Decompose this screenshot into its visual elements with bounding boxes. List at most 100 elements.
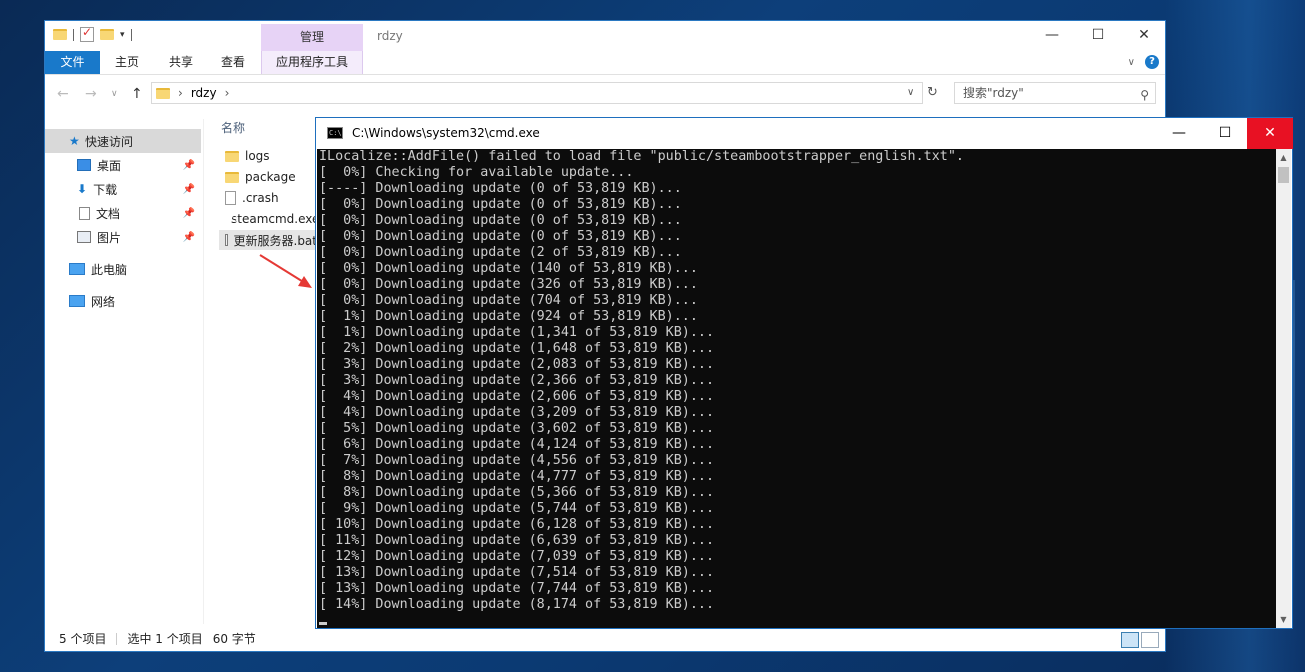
pin-icon[interactable]: 📌 (183, 184, 195, 195)
console-line: [ 8%] Downloading update (5,366 of 53,81… (319, 485, 715, 500)
vertical-scrollbar[interactable]: ▲ ▼ (1276, 149, 1291, 628)
sidebar-item-network[interactable]: 网络 (45, 289, 201, 313)
pin-icon[interactable]: 📌 (183, 232, 195, 243)
up-icon[interactable]: ↑ (131, 86, 143, 102)
console-line: [ 8%] Downloading update (4,777 of 53,81… (319, 469, 715, 484)
new-folder-icon[interactable] (100, 29, 114, 40)
file-name: logs (245, 149, 270, 163)
column-header-name[interactable]: 名称 (221, 119, 245, 136)
scroll-up-icon[interactable]: ▲ (1276, 149, 1291, 166)
ribbon-controls: ∨ ? (1128, 55, 1159, 69)
breadcrumb-separator-icon[interactable]: › (225, 86, 230, 100)
sidebar-item-label: 桌面 (97, 158, 122, 173)
network-icon (69, 295, 85, 307)
command-prompt-window: C:\ C:\Windows\system32\cmd.exe — ☐ ✕ IL… (315, 117, 1293, 629)
batch-file-icon (225, 234, 228, 246)
console-icon: C:\ (327, 127, 343, 139)
tab-home[interactable]: 主页 (107, 51, 147, 74)
address-dropdown-icon[interactable]: ∨ (907, 87, 914, 98)
tab-application-tools[interactable]: 应用程序工具 (261, 51, 363, 74)
navigation-pane: ★ 快速访问 桌面 📌 ⬇ 下载 📌 文档 📌 图片 📌 此电脑 网络 (45, 119, 204, 624)
sidebar-item-quick-access[interactable]: ★ 快速访问 (45, 129, 201, 153)
expand-ribbon-icon[interactable]: ∨ (1128, 57, 1135, 68)
recent-locations-icon[interactable]: ∨ (111, 89, 118, 99)
sidebar-item-desktop[interactable]: 桌面 📌 (45, 153, 201, 177)
console-line: [ 10%] Downloading update (6,128 of 53,8… (319, 517, 715, 532)
console-line: [ 0%] Downloading update (140 of 53,819 … (319, 261, 698, 276)
list-item-selected[interactable]: 更新服务器.bat (219, 230, 317, 250)
maximize-button[interactable]: ☐ (1075, 21, 1121, 51)
sidebar-item-downloads[interactable]: ⬇ 下载 📌 (45, 177, 201, 201)
console-line: [ 0%] Downloading update (326 of 53,819 … (319, 277, 698, 292)
list-item[interactable]: logs (225, 146, 317, 166)
console-output[interactable]: ILocalize::AddFile() failed to load file… (317, 149, 1277, 628)
console-line: [----] Downloading update (0 of 53,819 K… (319, 181, 682, 196)
computer-icon (69, 263, 85, 275)
sidebar-item-documents[interactable]: 文档 📌 (45, 201, 201, 225)
scroll-thumb[interactable] (1278, 167, 1289, 183)
sidebar-item-label: 网络 (91, 294, 116, 309)
text-cursor (319, 622, 327, 625)
maximize-button[interactable]: ☐ (1202, 118, 1248, 149)
search-input[interactable]: 搜索"rdzy" ⚲ (954, 82, 1156, 104)
download-icon: ⬇ (77, 182, 88, 196)
folder-icon (225, 171, 239, 183)
large-icons-view-icon[interactable] (1141, 632, 1159, 648)
details-view-icon[interactable] (1121, 632, 1139, 648)
console-line: [ 4%] Downloading update (2,606 of 53,81… (319, 389, 715, 404)
properties-icon[interactable] (80, 25, 94, 42)
cmd-window-title: C:\Windows\system32\cmd.exe (352, 126, 540, 140)
list-item[interactable]: steamcmd.exe (225, 209, 317, 229)
console-line: [ 14%] Downloading update (8,174 of 53,8… (319, 597, 715, 612)
selection-count: 选中 1 个项目 (127, 632, 203, 646)
sidebar-item-label: 下载 (93, 182, 118, 197)
console-line: [ 3%] Downloading update (2,083 of 53,81… (319, 357, 715, 372)
minimize-button[interactable]: — (1156, 118, 1202, 149)
back-icon[interactable]: ← (57, 86, 69, 102)
pictures-icon (77, 231, 91, 243)
console-line: [ 3%] Downloading update (2,366 of 53,81… (319, 373, 715, 388)
close-button[interactable]: ✕ (1247, 118, 1293, 149)
list-item[interactable]: .crash (225, 188, 317, 208)
selection-size: 60 字节 (212, 632, 256, 646)
divider (73, 28, 74, 41)
document-icon (79, 206, 90, 220)
tab-share[interactable]: 共享 (161, 51, 201, 74)
pin-icon[interactable]: 📌 (183, 208, 195, 219)
minimize-button[interactable]: — (1029, 21, 1075, 51)
file-icon (225, 191, 236, 205)
quick-access-toolbar: ▾ (53, 25, 132, 42)
list-item[interactable]: package (225, 167, 317, 187)
breadcrumb[interactable]: rdzy (191, 86, 217, 100)
console-line: [ 12%] Downloading update (7,039 of 53,8… (319, 549, 715, 564)
breadcrumb-separator-icon[interactable]: › (178, 86, 183, 100)
help-icon[interactable]: ? (1145, 55, 1159, 69)
search-placeholder: 搜索"rdzy" (963, 86, 1024, 100)
star-icon: ★ (69, 134, 80, 148)
ribbon-tabs: 文件 主页 共享 查看 应用程序工具 ∨ ? (45, 51, 1165, 75)
search-icon[interactable]: ⚲ (1140, 85, 1149, 105)
close-button[interactable]: ✕ (1121, 21, 1167, 51)
sidebar-item-label: 此电脑 (91, 262, 128, 277)
sidebar-item-pictures[interactable]: 图片 📌 (45, 225, 201, 249)
console-line: [ 4%] Downloading update (3,209 of 53,81… (319, 405, 715, 420)
sidebar-item-this-pc[interactable]: 此电脑 (45, 257, 201, 281)
tab-file[interactable]: 文件 (45, 51, 100, 74)
console-line: ILocalize::AddFile() failed to load file… (319, 149, 964, 164)
cmd-titlebar: C:\ C:\Windows\system32\cmd.exe — ☐ ✕ (316, 118, 1293, 149)
pin-icon[interactable]: 📌 (183, 160, 195, 171)
tab-view[interactable]: 查看 (213, 51, 253, 74)
scroll-down-icon[interactable]: ▼ (1276, 611, 1291, 628)
refresh-icon[interactable]: ↻ (927, 85, 938, 100)
customize-toolbar-icon[interactable]: ▾ (120, 30, 125, 40)
sidebar-item-label: 图片 (97, 230, 122, 245)
address-bar[interactable]: › rdzy › (151, 82, 923, 104)
file-name: steamcmd.exe (231, 212, 317, 226)
forward-icon[interactable]: → (85, 86, 97, 102)
divider (130, 28, 132, 41)
console-line: [ 0%] Checking for available update... (319, 165, 634, 180)
tab-manage[interactable]: 管理 (261, 24, 363, 51)
console-line: [ 5%] Downloading update (3,602 of 53,81… (319, 421, 715, 436)
console-line: [ 13%] Downloading update (7,744 of 53,8… (319, 581, 715, 596)
console-line: [ 0%] Downloading update (2 of 53,819 KB… (319, 245, 682, 260)
